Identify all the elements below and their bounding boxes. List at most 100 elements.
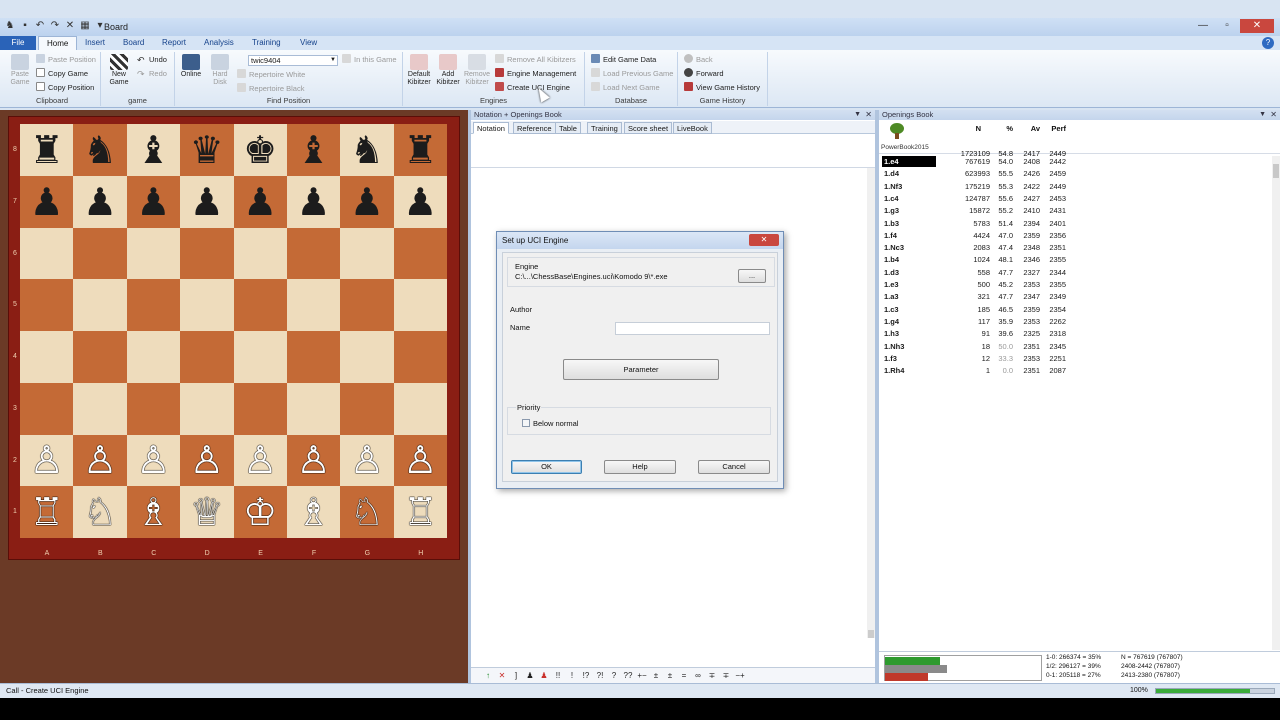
panel-menu-icon[interactable]: ▼ bbox=[854, 110, 861, 120]
name-field[interactable] bbox=[615, 322, 770, 335]
square-b1[interactable]: ♘ bbox=[73, 486, 127, 538]
square-b8[interactable]: ♞ bbox=[73, 124, 127, 176]
square-f1[interactable]: ♗ bbox=[286, 486, 341, 538]
tab-notation[interactable]: Notation bbox=[473, 122, 509, 134]
black-piece-icon[interactable]: ♝ bbox=[136, 131, 170, 169]
square-g4[interactable] bbox=[340, 331, 394, 383]
square-e5[interactable] bbox=[233, 279, 287, 331]
book-row[interactable]: 1.g3 15872 55.2 2410 2431 bbox=[879, 205, 1280, 217]
column-n[interactable]: N bbox=[965, 124, 981, 133]
square-g5[interactable] bbox=[340, 279, 394, 331]
in-this-game-button[interactable]: In this Game bbox=[342, 54, 397, 66]
annotation-symbol-button[interactable]: ✕ bbox=[495, 671, 509, 680]
book-row[interactable]: 1.a3 321 47.7 2347 2349 bbox=[879, 291, 1280, 303]
square-b5[interactable] bbox=[73, 279, 127, 331]
default-kibitzer-button[interactable]: Default Kibitzer bbox=[405, 54, 433, 87]
square-g8[interactable]: ♞ bbox=[340, 124, 394, 176]
book-row[interactable]: 1.Rh4 1 0.0 2351 2087 bbox=[879, 365, 1280, 377]
white-piece-icon[interactable]: ♗ bbox=[136, 493, 170, 531]
square-b2[interactable]: ♙ bbox=[73, 434, 127, 487]
square-f7[interactable]: ♟ bbox=[286, 175, 341, 228]
parameter-button[interactable]: Parameter bbox=[563, 359, 719, 380]
square-b7[interactable]: ♟ bbox=[73, 175, 127, 228]
black-piece-icon[interactable]: ♟ bbox=[136, 183, 170, 221]
white-piece-icon[interactable]: ♗ bbox=[297, 493, 331, 531]
book-scroll-thumb[interactable] bbox=[1273, 164, 1279, 178]
notation-scroll-thumb[interactable] bbox=[868, 630, 874, 638]
annotation-symbol-button[interactable]: ?! bbox=[593, 671, 607, 680]
square-f3[interactable] bbox=[286, 382, 341, 435]
square-e6[interactable] bbox=[233, 227, 287, 280]
view-game-history-button[interactable]: View Game History bbox=[684, 82, 760, 94]
annotation-symbol-button[interactable]: ∞ bbox=[691, 671, 705, 680]
black-piece-icon[interactable]: ♟ bbox=[297, 183, 331, 221]
annotation-symbol-button[interactable]: ♟ bbox=[537, 671, 551, 680]
square-a2[interactable]: ♙ bbox=[20, 434, 74, 487]
annotation-symbol-button[interactable]: ∓ bbox=[719, 671, 733, 680]
black-piece-icon[interactable]: ♛ bbox=[190, 131, 224, 169]
panel-close-icon[interactable]: ✕ bbox=[865, 110, 872, 120]
annotation-symbol-button[interactable]: ! bbox=[565, 671, 579, 680]
square-d4[interactable] bbox=[180, 331, 234, 383]
create-uci-engine-button[interactable]: Create UCI Engine bbox=[495, 82, 570, 94]
column-percent[interactable]: % bbox=[999, 124, 1013, 133]
tab-report[interactable]: Report bbox=[154, 36, 194, 50]
square-b6[interactable] bbox=[73, 227, 127, 280]
book-row[interactable]: 1.d4 623993 55.5 2426 2459 bbox=[879, 168, 1280, 180]
black-piece-icon[interactable]: ♟ bbox=[83, 183, 117, 221]
black-piece-icon[interactable]: ♟ bbox=[190, 183, 224, 221]
edit-game-data-button[interactable]: Edit Game Data bbox=[591, 54, 656, 66]
book-row[interactable]: 1.g4 117 35.9 2353 2262 bbox=[879, 316, 1280, 328]
square-a8[interactable]: ♜ bbox=[20, 124, 74, 176]
white-piece-icon[interactable]: ♖ bbox=[403, 493, 437, 531]
redo-button[interactable]: ↷ Redo bbox=[137, 68, 167, 80]
square-g1[interactable]: ♘ bbox=[340, 486, 394, 538]
white-piece-icon[interactable]: ♙ bbox=[83, 441, 117, 479]
undo-icon[interactable]: ↶ bbox=[34, 20, 46, 32]
book-panel-close-icon[interactable]: ✕ bbox=[1270, 110, 1277, 120]
square-g6[interactable] bbox=[340, 227, 394, 280]
book-row[interactable]: 1.c3 185 46.5 2359 2354 bbox=[879, 304, 1280, 316]
square-e1[interactable]: ♔ bbox=[233, 486, 287, 538]
tab-analysis[interactable]: Analysis bbox=[196, 36, 242, 50]
square-d2[interactable]: ♙ bbox=[180, 434, 234, 487]
annotation-symbol-button[interactable]: !? bbox=[579, 671, 593, 680]
tab-insert[interactable]: Insert bbox=[77, 36, 113, 50]
annotation-symbol-button[interactable]: ± bbox=[663, 671, 677, 680]
square-b3[interactable] bbox=[73, 382, 127, 435]
white-piece-icon[interactable]: ♘ bbox=[350, 493, 384, 531]
black-piece-icon[interactable]: ♟ bbox=[30, 183, 64, 221]
black-piece-icon[interactable]: ♜ bbox=[403, 131, 437, 169]
white-piece-icon[interactable]: ♙ bbox=[30, 441, 64, 479]
annotation-symbol-button[interactable]: +− bbox=[635, 671, 649, 680]
remove-kibitzer-button[interactable]: Remove Kibitzer bbox=[463, 54, 491, 87]
square-d5[interactable] bbox=[180, 279, 234, 331]
copy-position-button[interactable]: Copy Position bbox=[36, 82, 94, 94]
paste-position-button[interactable]: Paste Position bbox=[36, 54, 96, 66]
copy-game-button[interactable]: Copy Game bbox=[36, 68, 88, 80]
tab-view[interactable]: View bbox=[292, 36, 325, 50]
white-piece-icon[interactable]: ♙ bbox=[243, 441, 277, 479]
square-h5[interactable] bbox=[393, 279, 447, 331]
cancel-button[interactable]: Cancel bbox=[698, 460, 770, 474]
square-a7[interactable]: ♟ bbox=[20, 175, 74, 228]
square-c8[interactable]: ♝ bbox=[126, 124, 181, 176]
close-doc-icon[interactable]: ✕ bbox=[64, 20, 76, 32]
tab-livebook[interactable]: LiveBook bbox=[673, 122, 712, 134]
notation-scrollbar[interactable] bbox=[867, 168, 875, 638]
ok-button[interactable]: OK bbox=[511, 460, 582, 474]
square-e8[interactable]: ♚ bbox=[233, 124, 287, 176]
browse-button[interactable]: ... bbox=[738, 269, 766, 283]
redo-icon[interactable]: ↷ bbox=[49, 20, 61, 32]
book-panel-menu-icon[interactable]: ▼ bbox=[1259, 110, 1266, 120]
database-combo[interactable]: twic9404 ▼ bbox=[248, 55, 338, 66]
tab-training[interactable]: Training bbox=[244, 36, 289, 50]
annotation-symbol-button[interactable]: ? bbox=[607, 671, 621, 680]
square-h6[interactable] bbox=[393, 227, 447, 280]
annotation-symbol-button[interactable]: ± bbox=[649, 671, 663, 680]
square-e2[interactable]: ♙ bbox=[233, 434, 287, 487]
book-row[interactable]: 1.c4 124787 55.6 2427 2453 bbox=[879, 193, 1280, 205]
black-piece-icon[interactable]: ♝ bbox=[297, 131, 331, 169]
square-c6[interactable] bbox=[126, 227, 181, 280]
book-row[interactable]: 1.d3 558 47.7 2327 2344 bbox=[879, 267, 1280, 279]
